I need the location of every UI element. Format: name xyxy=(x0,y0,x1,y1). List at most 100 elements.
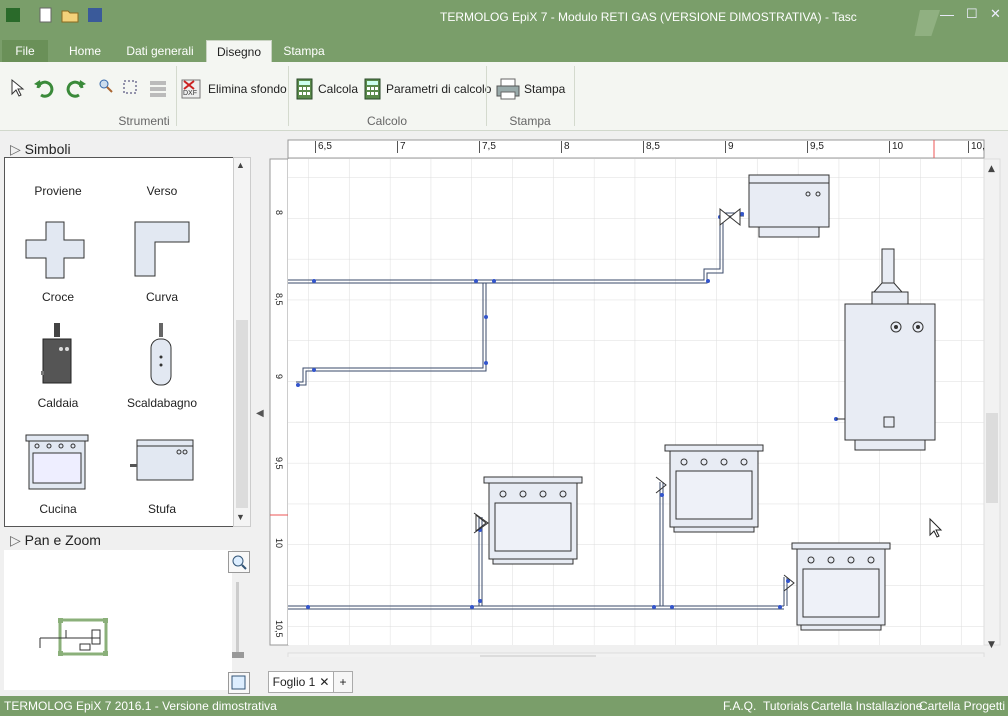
dxf-remove-icon: DXF xyxy=(181,79,201,99)
symbol-proviene[interactable]: Proviene xyxy=(5,184,111,198)
scroll-up-icon: ▲ xyxy=(988,164,995,174)
new-file-icon xyxy=(39,7,52,23)
open-folder-icon xyxy=(61,10,79,23)
left-ruler-label: 9 xyxy=(274,374,284,380)
symbols-panel: Proviene Verso Croce Curva Caldaia Scald… xyxy=(4,157,234,527)
tab-dati-generali[interactable]: Dati generali xyxy=(120,40,200,62)
pointer-icon xyxy=(11,78,25,97)
symbol-caldaia[interactable]: Caldaia xyxy=(5,396,111,410)
close-tab-icon[interactable]: ✕ xyxy=(319,675,329,689)
layers-icon xyxy=(150,81,166,85)
add-sheet-button[interactable]: + xyxy=(333,671,353,693)
pan-zoom-header[interactable]: ▷ Pan e Zoom xyxy=(10,532,101,549)
scaldabagno-icon xyxy=(150,323,172,386)
curva-icon xyxy=(134,221,190,277)
top-ruler-label: 9,5 xyxy=(807,141,824,153)
cucina-appliance-3 xyxy=(791,542,891,631)
symbol-stufa[interactable]: Stufa xyxy=(109,502,215,516)
tab-home[interactable]: Home xyxy=(60,40,110,62)
link-faq[interactable]: F.A.Q. xyxy=(723,699,756,713)
svg-text:DXF: DXF xyxy=(183,90,197,97)
zoom-in-icon xyxy=(232,555,247,570)
cucina-appliance-1 xyxy=(664,444,764,533)
sheet-tab-foglio-1[interactable]: Foglio 1 ✕ xyxy=(268,671,334,693)
tools-icons xyxy=(11,78,166,98)
simboli-header[interactable]: ▷ Simboli xyxy=(10,141,71,158)
link-cartella-installazione[interactable]: Cartella Installazione xyxy=(811,699,922,713)
calcola-label: Calcola xyxy=(318,82,359,96)
canvas-horizontal-scrollbar xyxy=(287,652,985,657)
top-ruler-label: 7,5 xyxy=(479,141,496,153)
scroll-down-icon[interactable]: ▼ xyxy=(236,512,245,522)
left-ruler-label: 8 xyxy=(274,210,284,216)
calculator-icon xyxy=(364,78,381,100)
symbols-scrollbar[interactable]: ▲ ▼ xyxy=(233,157,251,527)
scroll-up-icon[interactable]: ▲ xyxy=(236,160,245,170)
simboli-title: Simboli xyxy=(24,141,71,157)
top-ruler xyxy=(287,139,985,159)
top-ruler-label: 8 xyxy=(561,141,570,153)
left-ruler-label: 10,5 xyxy=(274,620,284,638)
symbol-curva[interactable]: Curva xyxy=(109,290,215,304)
cucina-appliance-2 xyxy=(483,476,583,565)
zoom-slider[interactable] xyxy=(232,582,244,662)
expand-arrow-icon: ▷ xyxy=(10,532,21,548)
symbol-cucina[interactable]: Cucina xyxy=(5,502,111,516)
group-label-stampa: Stampa xyxy=(509,114,551,128)
sheet-tab-label: Foglio 1 xyxy=(272,675,316,689)
app-logo-icon xyxy=(6,8,20,22)
cucina-icon xyxy=(25,434,89,490)
elimina-sfondo-button[interactable]: DXF Elimina sfondo xyxy=(180,78,287,100)
elimina-sfondo-label: Elimina sfondo xyxy=(208,82,287,96)
tab-disegno[interactable]: Disegno xyxy=(206,40,272,63)
caldaia-icon xyxy=(41,323,72,384)
stufa-appliance xyxy=(748,174,830,238)
minimap-thumbnail[interactable] xyxy=(36,616,112,662)
left-ruler-label: 10 xyxy=(274,538,284,549)
zoom-out-button[interactable] xyxy=(228,672,250,694)
drawing-canvas[interactable]: ▲ ▼ ◀ ▶ xyxy=(268,137,1008,657)
select-area-icon xyxy=(123,80,137,94)
ribbon-tabs: File Home Dati generali Disegno Stampa xyxy=(0,36,1008,63)
top-ruler-label: 10 xyxy=(889,141,903,153)
status-text: TERMOLOG EpiX 7 2016.1 - Versione dimost… xyxy=(4,699,277,713)
zoom-in-button[interactable] xyxy=(228,551,250,573)
top-ruler-label: 6,5 xyxy=(315,141,332,153)
croce-icon xyxy=(25,221,85,279)
tab-file[interactable]: File xyxy=(2,40,48,62)
left-ruler-label: 8,5 xyxy=(274,293,284,306)
group-label-calcolo: Calcolo xyxy=(366,114,408,128)
symbol-croce[interactable]: Croce xyxy=(5,290,111,304)
symbol-scaldabagno[interactable]: Scaldabagno xyxy=(109,396,215,410)
link-tutorials[interactable]: Tutorials xyxy=(763,699,809,713)
title-bar: TERMOLOG EpiX 7 - Modulo RETI GAS (VERSI… xyxy=(0,0,1008,58)
scroll-thumb[interactable] xyxy=(236,320,248,508)
left-ruler xyxy=(269,158,289,646)
stampa-button[interactable]: Stampa xyxy=(496,78,565,100)
left-ruler-label: 9,5 xyxy=(274,457,284,470)
collapse-pane-icon[interactable]: ◀ xyxy=(256,408,264,419)
zoom-icon xyxy=(99,79,109,89)
window-title: TERMOLOG EpiX 7 - Modulo RETI GAS (VERSI… xyxy=(440,10,857,24)
calculator-icon xyxy=(296,78,313,100)
top-ruler-label: 9 xyxy=(725,141,734,153)
link-cartella-progetti[interactable]: Cartella Progetti xyxy=(919,699,1005,713)
quick-access-toolbar xyxy=(6,7,102,23)
parametri-di-calcolo-button[interactable]: Parametri di calcolo xyxy=(364,78,491,100)
top-ruler-label: 8,5 xyxy=(643,141,660,153)
group-label-strumenti: Strumenti xyxy=(118,114,170,128)
calcola-button[interactable]: Calcola xyxy=(296,78,358,100)
stufa-icon xyxy=(130,439,194,481)
status-bar: TERMOLOG EpiX 7 2016.1 - Versione dimost… xyxy=(0,696,1008,716)
tab-stampa[interactable]: Stampa xyxy=(276,40,332,62)
printer-icon xyxy=(496,78,520,100)
top-ruler-label: 10, xyxy=(968,141,985,153)
pan-zoom-panel xyxy=(4,550,232,690)
ribbon: DXF Elimina sfondo Strumenti Calcola Par… xyxy=(0,62,1008,131)
stampa-label: Stampa xyxy=(524,82,566,96)
save-icon xyxy=(88,8,102,22)
canvas-vertical-scrollbar xyxy=(983,158,1001,646)
expand-arrow-icon: ▷ xyxy=(10,141,21,157)
top-ruler-label: 7 xyxy=(397,141,406,153)
symbol-verso[interactable]: Verso xyxy=(109,184,215,198)
